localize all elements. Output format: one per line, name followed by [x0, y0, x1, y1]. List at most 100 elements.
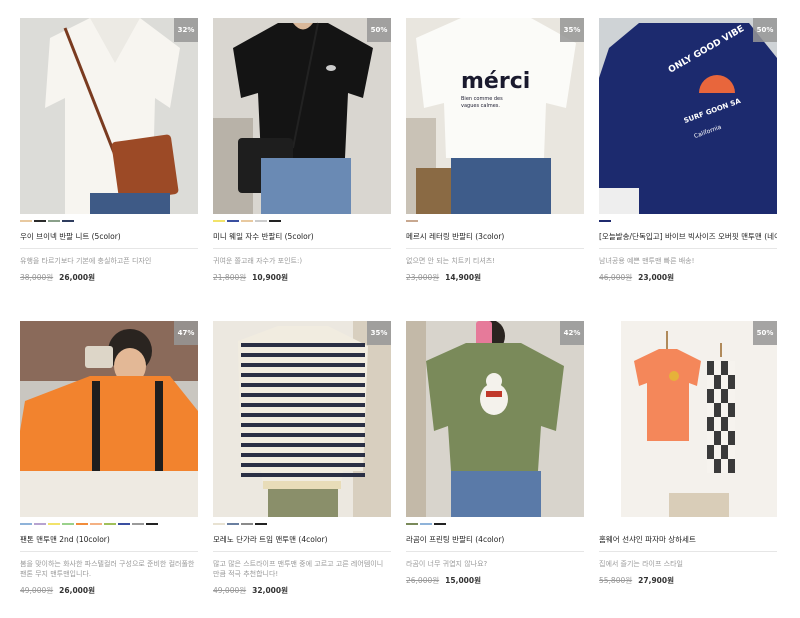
- price-row: 21,800원 10,900원: [213, 272, 391, 283]
- price-row: 49,000원 32,000원: [213, 585, 391, 596]
- sale-price: 15,000원: [445, 576, 481, 585]
- price-row: 55,800원 27,900원: [599, 575, 777, 586]
- original-price: 55,800원: [599, 576, 633, 585]
- original-price: 49,000원: [20, 586, 54, 595]
- product-card[interactable]: 42% 라곰이 프린팅 반팔티 (4color) 라곰이 너무 귀엽지 않나요? 26…: [406, 321, 584, 586]
- color-swatch: [104, 523, 116, 525]
- discount-badge: 50%: [367, 18, 391, 42]
- divider: [213, 248, 391, 249]
- color-swatch: [213, 523, 225, 525]
- price-row: 23,000원 14,900원: [406, 272, 584, 283]
- product-name[interactable]: [오늘발송/단독입고] 바이브 빅사이즈 오버핏 맨투맨 (네이비): [599, 231, 777, 243]
- discount-badge: 35%: [367, 321, 391, 345]
- product-card[interactable]: 32% 우이 브이넥 반팔 니트 (5color) 유행을 타르기보다 기본에 충실…: [20, 18, 198, 283]
- color-swatch: [132, 523, 144, 525]
- color-swatch: [420, 523, 432, 525]
- divider: [20, 248, 198, 249]
- product-image[interactable]: 32%: [20, 18, 198, 214]
- discount-badge: 42%: [560, 321, 584, 345]
- divider: [406, 551, 584, 552]
- product-card[interactable]: mérci Bien comme des vagues calmes. 35% 메…: [406, 18, 584, 283]
- original-price: 23,000원: [406, 273, 440, 282]
- sale-price: 23,000원: [638, 273, 674, 282]
- color-swatches: [599, 523, 777, 526]
- price-row: 46,000원 23,000원: [599, 272, 777, 283]
- color-swatch: [269, 220, 281, 222]
- original-price: 46,000원: [599, 273, 633, 282]
- original-price: 38,000원: [20, 273, 54, 282]
- divider: [20, 551, 198, 552]
- product-description: 많고 많은 스트라이프 맨투맨 중에 고르고 고른 레어템이니 만큼 적극 추천…: [213, 560, 384, 578]
- discount-badge: 35%: [560, 18, 584, 42]
- color-swatches: [20, 523, 198, 526]
- original-price: 26,000원: [406, 576, 440, 585]
- color-swatch: [146, 523, 158, 525]
- color-swatch: [20, 220, 32, 222]
- product-image[interactable]: 42%: [406, 321, 584, 517]
- product-name[interactable]: 메르시 레터링 반팔티 (3color): [406, 231, 584, 243]
- product-name[interactable]: 라곰이 프린팅 반팔티 (4color): [406, 534, 584, 546]
- discount-badge: 50%: [753, 321, 777, 345]
- product-description: 라곰이 너무 귀엽지 않나요?: [406, 560, 488, 568]
- sale-price: 14,900원: [445, 273, 481, 282]
- product-grid: 32% 우이 브이넥 반팔 니트 (5color) 유행을 타르기보다 기본에 충실…: [0, 0, 800, 618]
- product-name[interactable]: 모레노 단가라 트임 맨투맨 (4color): [213, 534, 391, 546]
- product-card[interactable]: 50% 미니 웨일 자수 반팔티 (5color) 귀여운 쫄고래 자수가 포인트:…: [213, 18, 391, 283]
- sale-price: 26,000원: [59, 586, 95, 595]
- color-swatch: [241, 220, 253, 222]
- color-swatch: [62, 523, 74, 525]
- discount-badge: 47%: [174, 321, 198, 345]
- product-description: 집에서 즐기는 라이프 스타일: [599, 560, 683, 568]
- color-swatch: [34, 220, 46, 222]
- color-swatch: [90, 523, 102, 525]
- sale-price: 27,900원: [638, 576, 674, 585]
- price-row: 38,000원 26,000원: [20, 272, 198, 283]
- color-swatches: [20, 220, 198, 223]
- product-image[interactable]: 50%: [213, 18, 391, 214]
- color-swatch: [62, 220, 74, 222]
- product-name[interactable]: 팬톤 맨투맨 2nd (10color): [20, 534, 198, 546]
- product-image[interactable]: 50%: [599, 321, 777, 517]
- product-image[interactable]: ONLY GOOD VIBE SURF GOON SA California 5…: [599, 18, 777, 214]
- product-image[interactable]: 47%: [20, 321, 198, 517]
- product-card[interactable]: 35% 모레노 단가라 트임 맨투맨 (4color) 많고 많은 스트라이프 맨투…: [213, 321, 391, 596]
- original-price: 49,000원: [213, 586, 247, 595]
- product-description: 유행을 타르기보다 기본에 충실하고픈 디자인: [20, 257, 152, 265]
- color-swatches: [406, 523, 584, 526]
- svg-text:vagues calmes.: vagues calmes.: [461, 103, 500, 109]
- discount-badge: 32%: [174, 18, 198, 42]
- color-swatch: [20, 523, 32, 525]
- color-swatch: [241, 523, 253, 525]
- product-image[interactable]: mérci Bien comme des vagues calmes. 35%: [406, 18, 584, 214]
- sale-price: 32,000원: [252, 586, 288, 595]
- color-swatch: [48, 523, 60, 525]
- original-price: 21,800원: [213, 273, 247, 282]
- discount-badge: 50%: [753, 18, 777, 42]
- svg-text:Bien comme des: Bien comme des: [461, 96, 503, 102]
- svg-text:mérci: mérci: [461, 69, 530, 94]
- product-image[interactable]: 35%: [213, 321, 391, 517]
- product-name[interactable]: 우이 브이넥 반팔 니트 (5color): [20, 231, 198, 243]
- color-swatch: [255, 220, 267, 222]
- product-card[interactable]: 47% 팬톤 맨투맨 2nd (10color) 봄을 맞이하는 화사한 파스텔컬러…: [20, 321, 198, 596]
- color-swatch: [118, 523, 130, 525]
- product-card[interactable]: ONLY GOOD VIBE SURF GOON SA California 5…: [599, 18, 777, 283]
- divider: [599, 248, 777, 249]
- color-swatch: [76, 523, 88, 525]
- sale-price: 26,000원: [59, 273, 95, 282]
- color-swatch: [434, 523, 446, 525]
- color-swatch: [213, 220, 225, 222]
- divider: [213, 551, 391, 552]
- color-swatches: [213, 220, 391, 223]
- color-swatch: [406, 523, 418, 525]
- color-swatch: [227, 523, 239, 525]
- divider: [406, 248, 584, 249]
- divider: [599, 551, 777, 552]
- color-swatch: [227, 220, 239, 222]
- product-name[interactable]: 홈웨어 선샤인 파자마 상하세트: [599, 534, 777, 546]
- price-row: 49,000원 26,000원: [20, 585, 198, 596]
- product-card[interactable]: 50% 홈웨어 선샤인 파자마 상하세트집에서 즐기는 라이프 스타일 55,800…: [599, 321, 777, 586]
- product-description: 남녀공용 예쁜 맨투맨 빠른 배송!: [599, 257, 695, 265]
- product-name[interactable]: 미니 웨일 자수 반팔티 (5color): [213, 231, 391, 243]
- color-swatch: [599, 220, 611, 222]
